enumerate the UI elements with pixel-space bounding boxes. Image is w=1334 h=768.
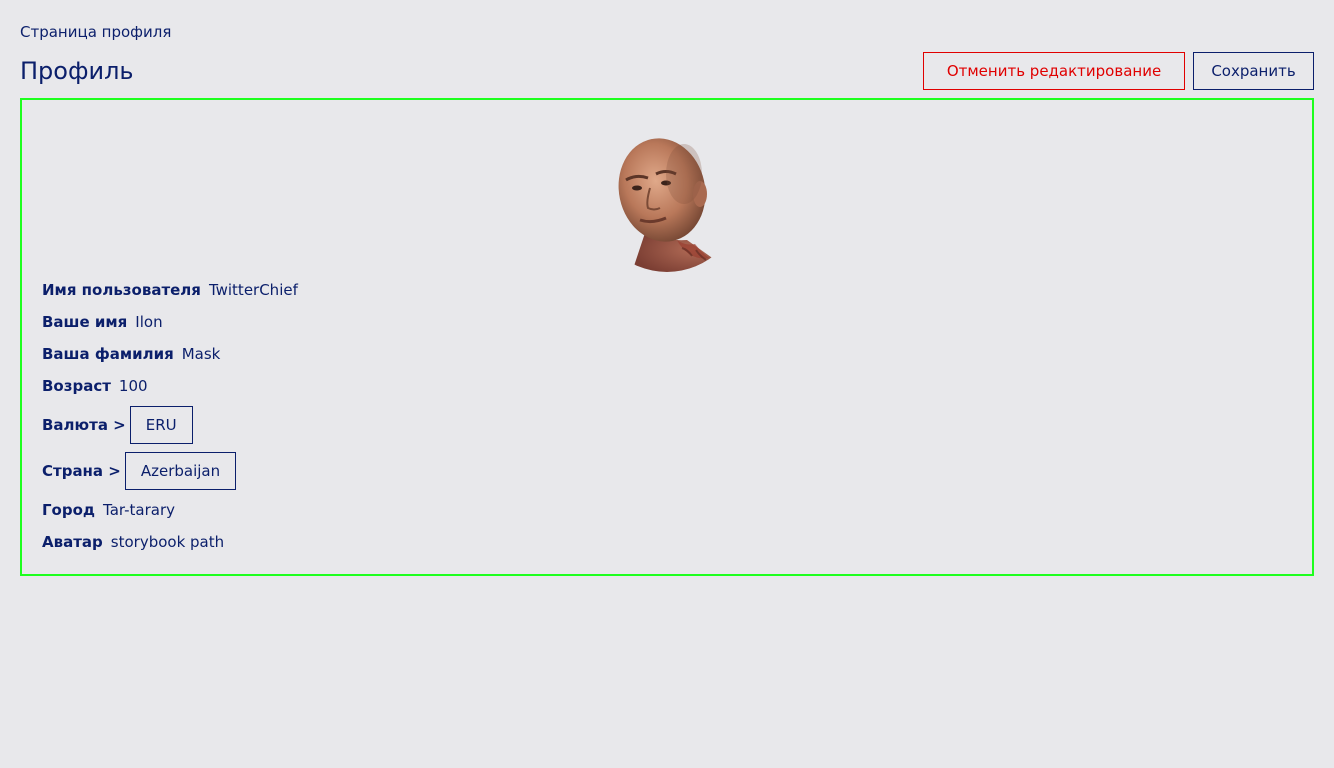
username-label: Имя пользователя — [42, 281, 201, 299]
country-select[interactable]: Azerbaijan — [124, 452, 237, 490]
currency-select[interactable]: ERU — [129, 406, 193, 444]
username-value: TwitterChief — [208, 281, 298, 299]
avatar — [592, 122, 742, 272]
age-label: Возраст — [42, 377, 111, 395]
breadcrumb: Страница профиля — [20, 23, 172, 41]
save-button[interactable]: Сохранить — [1193, 52, 1314, 90]
last-name-value: Mask — [181, 345, 221, 363]
last-name-row: Ваша фамилия Mask — [42, 344, 220, 364]
city-row: Город Tar-tarary — [42, 500, 175, 520]
last-name-label: Ваша фамилия — [42, 345, 174, 363]
avatar-photo-icon — [592, 122, 742, 272]
currency-label: Валюта > — [42, 416, 126, 434]
avatar-path-value: storybook path — [110, 533, 225, 551]
age-value: 100 — [118, 377, 148, 395]
country-label: Страна > — [42, 462, 121, 480]
profile-page: Страница профиля Профиль Отменить редакт… — [0, 0, 1334, 768]
first-name-label: Ваше имя — [42, 313, 128, 331]
username-row: Имя пользователя TwitterChief — [42, 280, 298, 300]
profile-card: Имя пользователя TwitterChief Ваше имя I… — [20, 98, 1314, 576]
avatar-path-row: Аватар storybook path — [42, 532, 224, 552]
currency-row: Валюта > ERU — [42, 406, 193, 444]
city-value: Tar-tarary — [103, 501, 175, 519]
page-title: Профиль — [20, 57, 134, 85]
avatar-path-label: Аватар — [42, 533, 103, 551]
cancel-edit-button[interactable]: Отменить редактирование — [923, 52, 1185, 90]
first-name-value: Ilon — [135, 313, 163, 331]
first-name-row: Ваше имя Ilon — [42, 312, 163, 332]
city-label: Город — [42, 501, 96, 519]
age-row: Возраст 100 — [42, 376, 148, 396]
country-row: Страна > Azerbaijan — [42, 452, 237, 490]
